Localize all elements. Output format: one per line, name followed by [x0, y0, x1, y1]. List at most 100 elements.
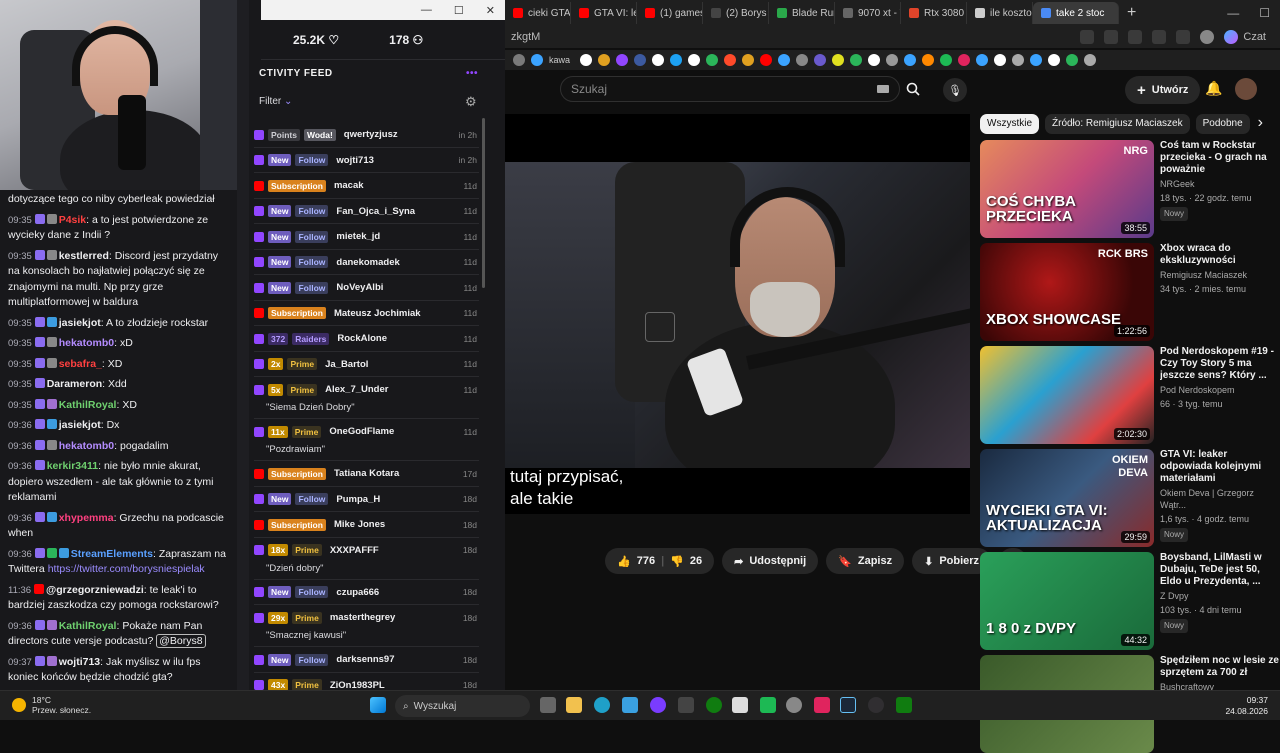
recommended-video[interactable]: 2:02:30 Pod Nerdoskopem #19 - Czy Toy Sto… [980, 346, 1280, 444]
filter-chip[interactable]: Podobne [1195, 114, 1250, 134]
channel-name[interactable]: Pod Nerdoskopem [1160, 384, 1280, 396]
bookmark-icon[interactable] [531, 54, 543, 66]
copilot-icon[interactable] [1224, 30, 1239, 44]
activity-event[interactable]: New Follow czupa666 18d [254, 580, 479, 605]
bookmark-icon[interactable] [958, 54, 971, 66]
chat-username[interactable]: P4sik [59, 214, 86, 226]
bookmark-icon[interactable] [1012, 54, 1025, 66]
bookmark-icon[interactable] [670, 54, 683, 66]
bookmark-icon[interactable] [850, 54, 863, 66]
activity-event[interactable]: 5x Prime Alex_7_Under 11d "Siema Dzień Dobry… [254, 377, 479, 419]
activity-event[interactable]: New Follow wojti713 in 2h [254, 148, 479, 173]
browser-tab[interactable]: Blade Runn [769, 2, 835, 24]
filter-chip[interactable]: Wszystkie [980, 114, 1039, 134]
bookmark-icon[interactable] [814, 54, 827, 66]
more-options-icon[interactable]: ••• [466, 68, 478, 79]
bookmark-icon[interactable] [796, 54, 809, 66]
chat-username[interactable]: StreamElements [71, 548, 153, 560]
taskbar-search[interactable]: ⌕ Wyszukaj [395, 695, 530, 717]
chat-username[interactable]: sebafra_ [59, 358, 102, 370]
channel-name[interactable]: NRGeek [1160, 178, 1280, 190]
activity-event[interactable]: New Follow danekomadek 11d [254, 250, 479, 275]
edge-icon[interactable] [594, 697, 610, 713]
bookmark-icon[interactable] [598, 54, 611, 66]
activity-event[interactable]: New Follow mietek_jd 11d [254, 224, 479, 250]
chat-username[interactable]: KathilRoyal [59, 620, 117, 632]
keyboard-icon[interactable] [877, 85, 889, 93]
filter-dropdown[interactable]: Filter ⌄ [259, 96, 292, 107]
video-title[interactable]: Coś tam w Rockstar przecieka - O grach n… [1160, 140, 1280, 176]
bookmark-icon[interactable] [1066, 54, 1079, 66]
browser-tab[interactable]: ile koszto [967, 2, 1033, 24]
activity-event[interactable]: 372 Raiders RockAlone 11d [254, 326, 479, 352]
share-button[interactable]: ➦ Udostępnij [722, 548, 819, 574]
chat-username[interactable]: kerkir3411 [47, 460, 98, 472]
weather-widget[interactable]: 18°C Przew. słonecz. [12, 695, 91, 715]
chat-username[interactable]: xhypemma [59, 512, 114, 524]
video-title[interactable]: Pod Nerdoskopem #19 - Czy Toy Story 5 ma… [1160, 346, 1280, 382]
minimize-icon[interactable]: — [421, 4, 432, 16]
bookmark-icon[interactable] [1084, 54, 1097, 66]
activity-event[interactable]: Subscription Mateusz Jochimiak 11d [254, 301, 479, 326]
video-title[interactable]: Xbox wraca do ekskluzywności [1160, 243, 1280, 267]
chat-mention[interactable]: @Borys8 [156, 634, 206, 648]
chat-username[interactable]: jasiekjot [59, 317, 101, 329]
activity-event[interactable]: Subscription Mike Jones 18d [254, 512, 479, 538]
activity-event[interactable]: 2x Prime Ja_Bartol 11d [254, 352, 479, 377]
activity-event[interactable]: 11x Prime OneGodFlame 11d "Pozdrawiam" [254, 419, 479, 461]
bookmark-icon[interactable] [616, 54, 629, 66]
activity-event[interactable]: Points Woda! qwertyzjusz in 2h [254, 122, 479, 148]
chat-username[interactable]: jasiekjot [59, 419, 101, 431]
activity-event[interactable]: New Follow Fan_Ojca_i_Syna 11d [254, 199, 479, 224]
minimize-icon[interactable]: — [1217, 6, 1249, 20]
store-icon[interactable] [622, 697, 638, 713]
channel-name[interactable]: Okiem Deva | Grzegorz Wątr... [1160, 487, 1280, 511]
chat-username[interactable]: kestlerred [59, 250, 109, 262]
channel-name[interactable]: Z Dvpy [1160, 590, 1280, 602]
chat-username[interactable]: hekatomb0 [59, 337, 114, 349]
recommended-video[interactable]: OKIEM DEVA WYCIEKI GTA VI: AKTUALIZACJA 29… [980, 449, 1280, 547]
browser-tab[interactable]: 9070 xt - W [835, 2, 901, 24]
video-player[interactable]: tutaj przypisać, ale takie [505, 114, 970, 514]
video-title[interactable]: GTA VI: leaker odpowiada kolejnymi mater… [1160, 449, 1280, 485]
settings-icon[interactable] [786, 697, 802, 713]
obs-icon[interactable] [868, 697, 884, 713]
recommended-video[interactable]: RCK BRS XBOX SHOWCASE 1:22:56 Xbox wraca do… [980, 243, 1280, 341]
notifications-bell-icon[interactable]: 🔔 [1205, 80, 1222, 97]
video-thumbnail[interactable]: RCK BRS XBOX SHOWCASE 1:22:56 [980, 243, 1154, 341]
chevron-right-icon[interactable]: › [1258, 114, 1263, 134]
browser-tab[interactable]: (2) Borys N [703, 2, 769, 24]
video-title[interactable]: Boysband, LilMasti w Dubaju, TeDe jest 5… [1160, 552, 1280, 588]
bookmark-icon[interactable] [688, 54, 701, 66]
bookmark-icon[interactable] [580, 54, 593, 66]
bookmark-icon[interactable] [1048, 54, 1061, 66]
video-title[interactable]: Spędziłem noc w lesie ze sprzętem za 700… [1160, 655, 1280, 679]
bookmark-icon[interactable] [742, 54, 755, 66]
activity-event[interactable]: Subscription macak 11d [254, 173, 479, 199]
filter-chip[interactable]: Źródło: Remigiusz Maciaszek [1045, 114, 1190, 134]
activity-event[interactable]: New Follow Pumpa_H 18d [254, 487, 479, 512]
steam-icon[interactable] [840, 697, 856, 713]
video-thumbnail[interactable]: OKIEM DEVA WYCIEKI GTA VI: AKTUALIZACJA 29… [980, 449, 1154, 547]
activity-event[interactable]: New Follow NoVeyAlbi 11d [254, 275, 479, 301]
app-icon-purple[interactable] [650, 697, 666, 713]
gear-icon[interactable]: ⚙ [465, 94, 477, 110]
bell-icon[interactable] [1080, 30, 1095, 44]
bookmark-icon[interactable] [513, 54, 525, 66]
star-icon[interactable] [1128, 30, 1143, 44]
bookmark-label[interactable]: kawa [549, 55, 570, 65]
create-button[interactable]: + Utwórz [1125, 76, 1201, 104]
recommended-video[interactable]: NRG COŚ CHYBA PRZECIEKA 38:55 Coś tam w Roc… [980, 140, 1280, 238]
chat-app-icon[interactable] [732, 697, 748, 713]
youtube-search-input[interactable]: Szukaj [560, 76, 900, 102]
channel-name[interactable]: Remigiusz Maciaszek [1160, 269, 1280, 281]
activity-event[interactable]: 43x Prime ZiOn1983PL 18d [254, 673, 479, 690]
activity-event[interactable]: 18x Prime XXXPAFFF 18d "Dzień dobry" [254, 538, 479, 580]
task-view-icon[interactable] [540, 697, 556, 713]
activity-event[interactable]: New Follow darksenns97 18d [254, 647, 479, 673]
chat-username[interactable]: Darameron [47, 378, 102, 390]
like-button[interactable]: 👍 776 | 👎 26 [605, 548, 715, 574]
extension-icon[interactable] [1104, 30, 1119, 44]
video-thumbnail[interactable]: NRG COŚ CHYBA PRZECIEKA 38:55 [980, 140, 1154, 238]
video-thumbnail[interactable]: 2:02:30 [980, 346, 1154, 444]
